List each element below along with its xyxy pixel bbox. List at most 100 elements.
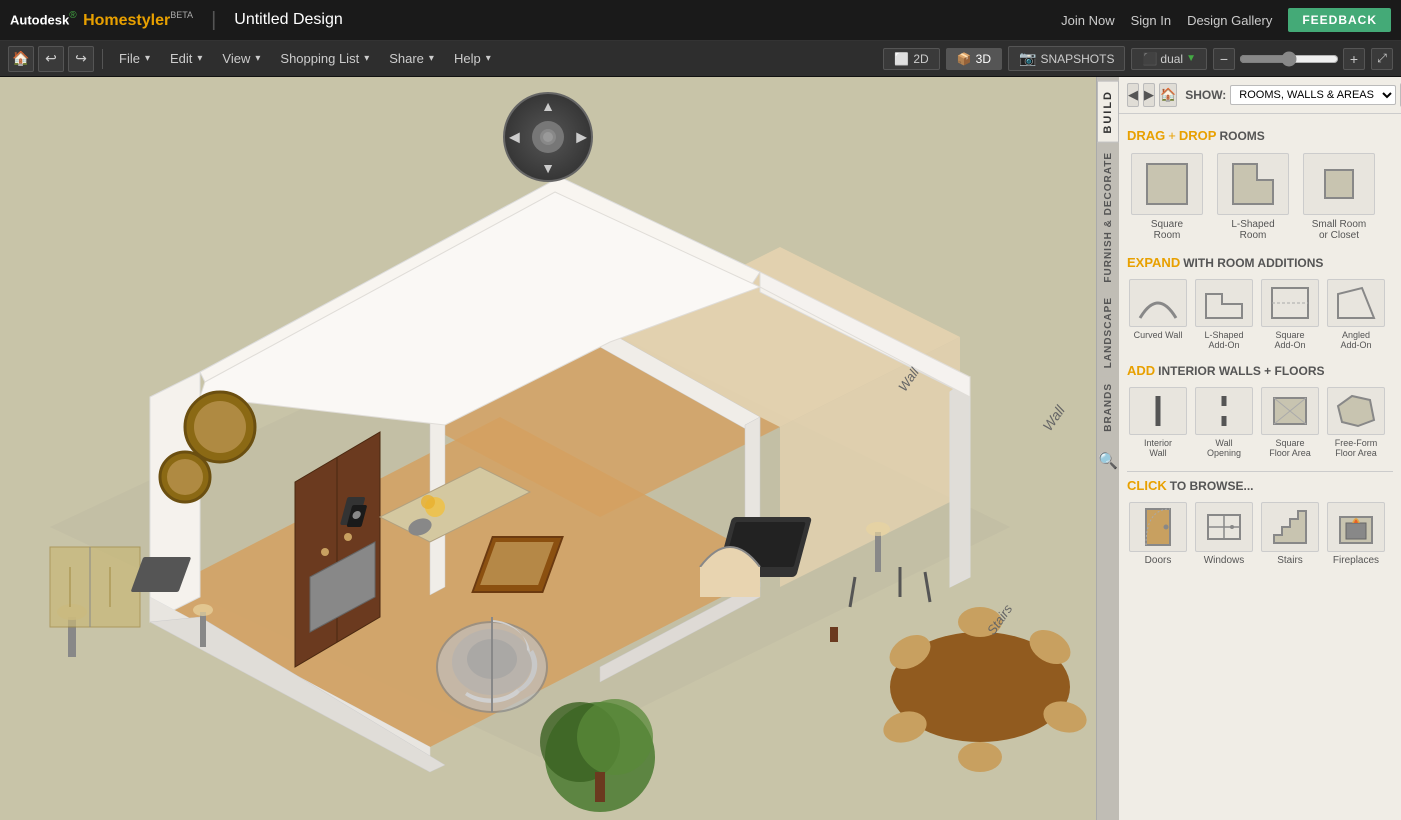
small-room-icon xyxy=(1303,153,1375,215)
redo-button[interactable]: ↪ xyxy=(68,46,94,72)
l-shaped-room-item[interactable]: L-ShapedRoom xyxy=(1213,149,1293,245)
interior-wall-icon xyxy=(1129,387,1187,435)
curved-wall-label: Curved Wall xyxy=(1134,330,1183,340)
autodesk-logo: Autodesk® HomestylerBETA xyxy=(10,10,193,29)
square-addon-item[interactable]: SquareAdd-On xyxy=(1259,276,1321,353)
doors-label: Doors xyxy=(1145,555,1172,566)
logo-divider: | xyxy=(211,9,216,32)
l-shaped-room-label: L-ShapedRoom xyxy=(1231,219,1274,241)
wall-opening-label: WallOpening xyxy=(1207,438,1241,458)
nav-left-arrow[interactable]: ◀ xyxy=(509,129,520,146)
doors-icon xyxy=(1129,502,1187,552)
toolbar-separator-1 xyxy=(102,49,103,69)
fireplaces-item[interactable]: Fireplaces xyxy=(1325,499,1387,569)
help-menu[interactable]: Help▾ xyxy=(446,49,499,68)
interior-items-grid: InteriorWall WallOpening xyxy=(1127,384,1393,461)
top-bar: Autodesk® HomestylerBETA | Untitled Desi… xyxy=(0,0,1401,41)
wall-opening-item[interactable]: WallOpening xyxy=(1193,384,1255,461)
click-text: CLICK xyxy=(1127,478,1167,493)
edit-menu[interactable]: Edit▾ xyxy=(162,49,210,68)
square-room-item[interactable]: SquareRoom xyxy=(1127,149,1207,245)
share-menu[interactable]: Share▾ xyxy=(381,49,442,68)
windows-icon xyxy=(1195,502,1253,552)
expand-header: EXPAND WITH ROOM ADDITIONS xyxy=(1127,255,1393,270)
nav-ring: ▲ ◀ ▶ ▼ xyxy=(503,92,593,182)
square-floor-icon xyxy=(1261,387,1319,435)
small-room-item[interactable]: Small Roomor Closet xyxy=(1299,149,1379,245)
interior-text: INTERIOR WALLS + FLOORS xyxy=(1158,364,1324,378)
fullscreen-button[interactable]: ⤢ xyxy=(1371,48,1393,70)
zoom-slider[interactable] xyxy=(1239,51,1339,67)
to-browse-text: TO BROWSE... xyxy=(1170,479,1254,493)
ff-floor-label: Free-FormFloor Area xyxy=(1335,438,1378,458)
panel-back-button[interactable]: ◀ xyxy=(1127,83,1139,107)
browse-header: CLICK TO BROWSE... xyxy=(1127,478,1393,493)
landscape-tab[interactable]: LANDSCAPE xyxy=(1100,291,1117,374)
square-addon-icon xyxy=(1261,279,1319,327)
interior-walls-header: ADD INTERIOR WALLS + FLOORS xyxy=(1127,363,1393,378)
nav-center[interactable] xyxy=(532,121,564,153)
sq-addon-label: SquareAdd-On xyxy=(1274,330,1305,350)
panel-content: DRAG + DROP ROOMS SquareRoom xyxy=(1119,114,1401,820)
shopping-list-menu[interactable]: Shopping List▾ xyxy=(272,49,377,68)
angled-addon-icon xyxy=(1327,279,1385,327)
snapshots-button[interactable]: 📷 SNAPSHOTS xyxy=(1008,46,1125,71)
logo-area: Autodesk® HomestylerBETA | Untitled Desi… xyxy=(10,9,343,32)
show-select[interactable]: ROOMS, WALLS & AREAS ROOMS ONLY WALLS ON… xyxy=(1230,85,1396,105)
l-shaped-addon-item[interactable]: L-ShapedAdd-On xyxy=(1193,276,1255,353)
curved-wall-icon xyxy=(1129,279,1187,327)
file-menu[interactable]: File▾ xyxy=(111,49,158,68)
feedback-button[interactable]: FEEDBACK xyxy=(1288,8,1391,32)
windows-label: Windows xyxy=(1204,555,1245,566)
panel-forward-button[interactable]: ▶ xyxy=(1143,83,1155,107)
browse-grid: Doors Windows xyxy=(1127,499,1393,569)
freeform-floor-item[interactable]: Free-FormFloor Area xyxy=(1325,384,1387,461)
search-icon[interactable]: 🔍 xyxy=(1094,445,1122,477)
home-button[interactable]: 🏠 xyxy=(8,46,34,72)
small-room-label: Small Roomor Closet xyxy=(1312,219,1366,241)
drag-text: DRAG xyxy=(1127,128,1165,143)
interior-wall-label: InteriorWall xyxy=(1144,438,1172,458)
brands-tab[interactable]: BRANDS xyxy=(1100,377,1117,438)
square-room-label: SquareRoom xyxy=(1151,219,1183,241)
panel-home-button[interactable]: 🏠 xyxy=(1159,83,1177,107)
with-room-text: WITH ROOM ADDITIONS xyxy=(1183,256,1323,270)
view-menu[interactable]: View▾ xyxy=(214,49,268,68)
canvas-area[interactable]: ▲ ◀ ▶ ▼ xyxy=(0,77,1096,820)
sign-in-link[interactable]: Sign In xyxy=(1131,13,1171,28)
view-3d-button[interactable]: 📦 3D xyxy=(946,48,1002,70)
plus-text: + xyxy=(1168,128,1176,143)
angled-addon-item[interactable]: AngledAdd-On xyxy=(1325,276,1387,353)
add-text: ADD xyxy=(1127,363,1155,378)
rooms-grid: SquareRoom L-ShapedRoom xyxy=(1127,149,1393,245)
join-now-link[interactable]: Join Now xyxy=(1061,13,1114,28)
panel-nav: ◀ ▶ 🏠 SHOW: ROOMS, WALLS & AREAS ROOMS O… xyxy=(1119,77,1401,114)
wall-opening-icon xyxy=(1195,387,1253,435)
zoom-out-button[interactable]: − xyxy=(1213,48,1235,70)
stairs-item[interactable]: Stairs xyxy=(1259,499,1321,569)
curved-wall-item[interactable]: Curved Wall xyxy=(1127,276,1189,353)
dual-button[interactable]: ⬛ dual ▼ xyxy=(1131,48,1207,70)
freeform-floor-icon xyxy=(1327,387,1385,435)
nav-down-arrow[interactable]: ▼ xyxy=(541,160,555,176)
rooms-text: ROOMS xyxy=(1219,129,1264,143)
zoom-in-button[interactable]: + xyxy=(1343,48,1365,70)
toolbar: 🏠 ↩ ↪ File▾ Edit▾ View▾ Shopping List▾ S… xyxy=(0,41,1401,77)
nav-right-arrow[interactable]: ▶ xyxy=(576,129,587,146)
furnish-tab[interactable]: FURNISH & DECORATE xyxy=(1100,146,1117,289)
nav-up-arrow[interactable]: ▲ xyxy=(541,98,555,114)
nav-control: ▲ ◀ ▶ ▼ xyxy=(503,92,593,182)
view-2d-button[interactable]: ⬜ 2D xyxy=(883,48,939,70)
top-nav-area: Join Now Sign In Design Gallery FEEDBACK xyxy=(1061,8,1391,32)
interior-wall-item[interactable]: InteriorWall xyxy=(1127,384,1189,461)
sq-floor-label: SquareFloor Area xyxy=(1269,438,1311,458)
build-tab[interactable]: BUILD xyxy=(1097,81,1119,143)
expand-text: EXPAND xyxy=(1127,255,1180,270)
square-floor-item[interactable]: SquareFloor Area xyxy=(1259,384,1321,461)
undo-button[interactable]: ↩ xyxy=(38,46,64,72)
windows-item[interactable]: Windows xyxy=(1193,499,1255,569)
doors-item[interactable]: Doors xyxy=(1127,499,1189,569)
panel-main: ◀ ▶ 🏠 SHOW: ROOMS, WALLS & AREAS ROOMS O… xyxy=(1119,77,1401,820)
design-gallery-link[interactable]: Design Gallery xyxy=(1187,13,1272,28)
square-room-icon xyxy=(1131,153,1203,215)
